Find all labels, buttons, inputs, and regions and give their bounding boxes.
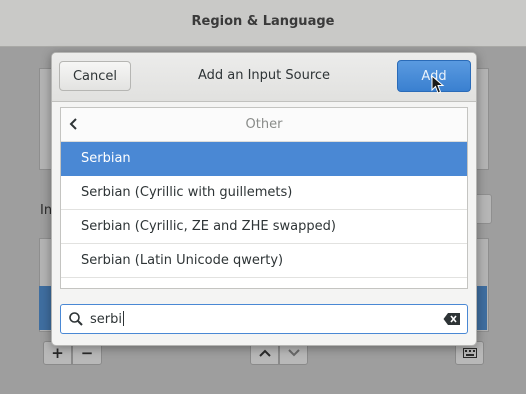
remove-symbol: − xyxy=(80,344,94,362)
list-header[interactable]: Other xyxy=(61,108,467,142)
list-item-label: Serbian (Cyrillic, ZE and ZHE swapped) xyxy=(81,219,336,234)
window-header: Region & Language xyxy=(0,0,526,47)
list-item-label: Serbian xyxy=(81,151,131,166)
list-header-label: Other xyxy=(245,117,283,132)
list-item-label: Serbian (Latin Unicode qwerty) xyxy=(81,253,284,268)
list-item[interactable]: Serbian (Cyrillic with guillemets) xyxy=(61,176,467,210)
mouse-cursor-icon xyxy=(431,75,445,94)
search-input[interactable]: serbi xyxy=(60,304,468,334)
add-symbol: + xyxy=(51,344,64,362)
list-item-label: Serbian (Cyrillic with guillemets) xyxy=(81,185,293,200)
list-item[interactable]: Serbian (Latin Unicode qwerty) xyxy=(61,244,467,278)
add-input-source-dialog: Cancel Add an Input Source Add Other Ser… xyxy=(51,52,477,346)
list-item[interactable]: Serbian xyxy=(61,142,467,176)
list-item[interactable]: Serbian (Cyrillic, ZE and ZHE swapped) xyxy=(61,210,467,244)
cancel-button[interactable]: Cancel xyxy=(59,61,131,91)
chevron-up-icon xyxy=(258,349,271,357)
keyboard-icon xyxy=(462,348,477,358)
window-title: Region & Language xyxy=(191,14,335,29)
chevron-down-icon xyxy=(287,349,300,357)
input-source-list: Other Serbian Serbian (Cyrillic with gui… xyxy=(60,107,468,289)
search-icon xyxy=(69,312,83,326)
clear-icon[interactable] xyxy=(443,312,461,326)
search-value[interactable]: serbi xyxy=(90,311,124,327)
dialog-title: Add an Input Source xyxy=(197,68,331,83)
dialog-header: Cancel Add an Input Source Add xyxy=(52,53,476,102)
